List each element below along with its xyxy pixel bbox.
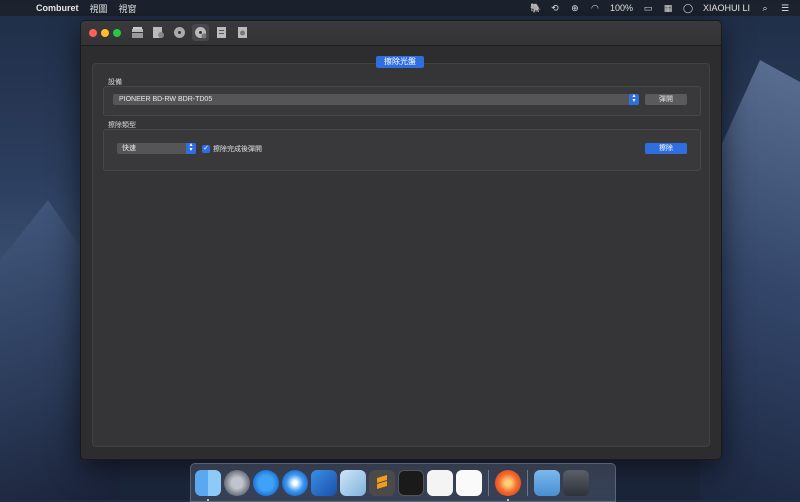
burn-disc-icon[interactable]: [171, 24, 188, 41]
burn-data-icon[interactable]: [129, 24, 146, 41]
device-select-value: PIONEER BD-RW BDR-TD05: [119, 96, 213, 103]
close-button[interactable]: [89, 29, 97, 37]
zoom-button[interactable]: [113, 29, 121, 37]
menu-window[interactable]: 視窗: [119, 2, 137, 15]
erase-disc-icon[interactable]: [192, 24, 209, 41]
trash-icon[interactable]: [563, 469, 589, 496]
dock-separator: [527, 469, 528, 496]
erase-button[interactable]: 擦除: [645, 143, 687, 154]
menubar: Comburet 視圖 視窗 🐘 ⟲ ⊕ ◠ 100% ▭ ▦ ◯ XIAOHU…: [0, 0, 800, 16]
toolbar: [129, 24, 251, 41]
notification-center-icon[interactable]: ☰: [780, 3, 790, 14]
terminal-icon[interactable]: [398, 469, 424, 496]
sublime-text-icon[interactable]: [369, 469, 395, 496]
comburet-icon[interactable]: [495, 469, 521, 501]
eject-after-label[interactable]: 擦除完成後彈開: [213, 144, 262, 154]
chevron-updown-icon: ▴ ▾: [629, 93, 639, 105]
notification-clock-icon[interactable]: ◯: [683, 3, 693, 14]
disc-info-icon[interactable]: [213, 24, 230, 41]
battery-percent[interactable]: 100%: [610, 3, 633, 13]
time-machine-icon[interactable]: ⟲: [550, 3, 560, 14]
dock: [190, 463, 616, 502]
spotlight-search-icon[interactable]: ⌕: [760, 3, 770, 14]
app-store-icon[interactable]: [253, 469, 279, 496]
content-panel: [92, 63, 710, 447]
disc-image-icon[interactable]: [234, 24, 251, 41]
safari-icon[interactable]: [282, 469, 308, 496]
app-window: 擦除光盤 設備 PIONEER BD-RW BDR-TD05 ▴ ▾ 彈開 擦除類…: [80, 20, 722, 460]
battery-icon[interactable]: ▭: [643, 3, 653, 14]
titlebar: [81, 21, 721, 46]
wifi-icon[interactable]: ◠: [590, 3, 600, 14]
finder-icon[interactable]: [195, 469, 221, 501]
eject-button[interactable]: 彈開: [645, 94, 687, 105]
reminders-icon[interactable]: [427, 469, 453, 496]
chevron-updown-icon: ▴ ▾: [186, 142, 196, 154]
tab-erase-disc[interactable]: 擦除光盤: [376, 56, 424, 68]
downloads-folder-icon[interactable]: [534, 469, 560, 496]
minimize-button[interactable]: [101, 29, 109, 37]
eject-after-checkbox[interactable]: ✓: [202, 145, 210, 153]
dock-separator: [488, 469, 489, 496]
erase-mode-select[interactable]: 快速 ▴ ▾: [117, 142, 196, 154]
elephant-icon[interactable]: 🐘: [530, 3, 541, 14]
app-menu[interactable]: Comburet: [36, 3, 79, 13]
menu-view[interactable]: 視圖: [90, 2, 108, 15]
user-name[interactable]: XIAOHUI LI: [703, 3, 750, 13]
burn-audio-icon[interactable]: [150, 24, 167, 41]
menubar-extras: 🐘 ⟲ ⊕ ◠ 100% ▭ ▦ ◯ XIAOHUI LI ⌕ ☰: [530, 0, 790, 16]
erase-mode-value: 快速: [122, 145, 136, 152]
launchpad-icon[interactable]: [224, 469, 250, 496]
textedit-icon[interactable]: [456, 469, 482, 496]
virtualbox-icon[interactable]: [340, 469, 366, 496]
input-flag-icon[interactable]: ▦: [663, 3, 673, 14]
xcode-icon[interactable]: [311, 469, 337, 496]
device-select[interactable]: PIONEER BD-RW BDR-TD05 ▴ ▾: [113, 93, 639, 105]
network-icon[interactable]: ⊕: [570, 3, 580, 14]
